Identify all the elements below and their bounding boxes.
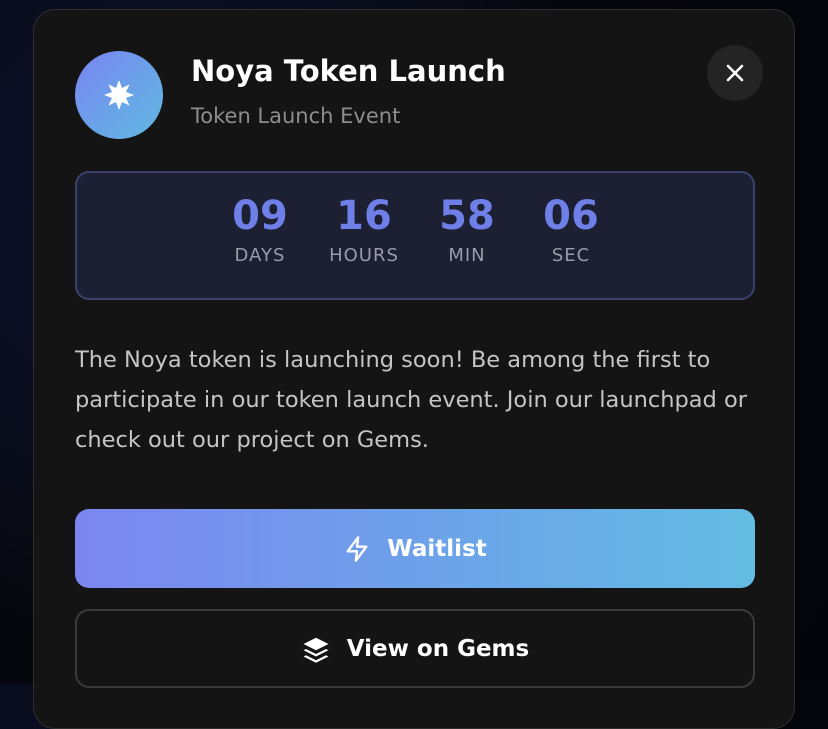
launch-description: The Noya token is launching soon! Be amo… bbox=[75, 347, 748, 453]
token-launch-modal: Noya Token Launch Token Launch Event 09 … bbox=[33, 9, 795, 729]
lightning-icon bbox=[343, 535, 371, 563]
countdown-seconds-label: SEC bbox=[551, 245, 591, 266]
countdown-days-label: DAYS bbox=[234, 245, 286, 266]
countdown-minutes-value: 58 bbox=[439, 193, 495, 239]
countdown-minutes-label: MIN bbox=[448, 245, 486, 266]
close-icon bbox=[726, 64, 744, 82]
countdown-minutes: 58 MIN bbox=[417, 193, 517, 266]
countdown-seconds-value: 06 bbox=[543, 193, 599, 239]
countdown-timer: 09 DAYS 16 HOURS 58 MIN 06 SEC bbox=[75, 171, 755, 300]
close-button[interactable] bbox=[707, 45, 763, 101]
countdown-hours: 16 HOURS bbox=[314, 193, 414, 266]
waitlist-button-label: Waitlist bbox=[387, 535, 487, 562]
layers-icon bbox=[301, 634, 331, 664]
modal-subtitle: Token Launch Event bbox=[191, 104, 401, 128]
countdown-hours-label: HOURS bbox=[329, 245, 399, 266]
countdown-seconds: 06 SEC bbox=[521, 193, 621, 266]
countdown-days: 09 DAYS bbox=[210, 193, 310, 266]
waitlist-button[interactable]: Waitlist bbox=[75, 509, 755, 588]
project-logo bbox=[75, 51, 163, 139]
view-on-gems-button[interactable]: View on Gems bbox=[75, 609, 755, 688]
countdown-days-value: 09 bbox=[232, 193, 288, 239]
countdown-hours-value: 16 bbox=[336, 193, 392, 239]
sparkle-star-icon bbox=[104, 80, 134, 110]
view-on-gems-button-label: View on Gems bbox=[346, 635, 530, 662]
modal-title: Noya Token Launch bbox=[191, 54, 506, 88]
